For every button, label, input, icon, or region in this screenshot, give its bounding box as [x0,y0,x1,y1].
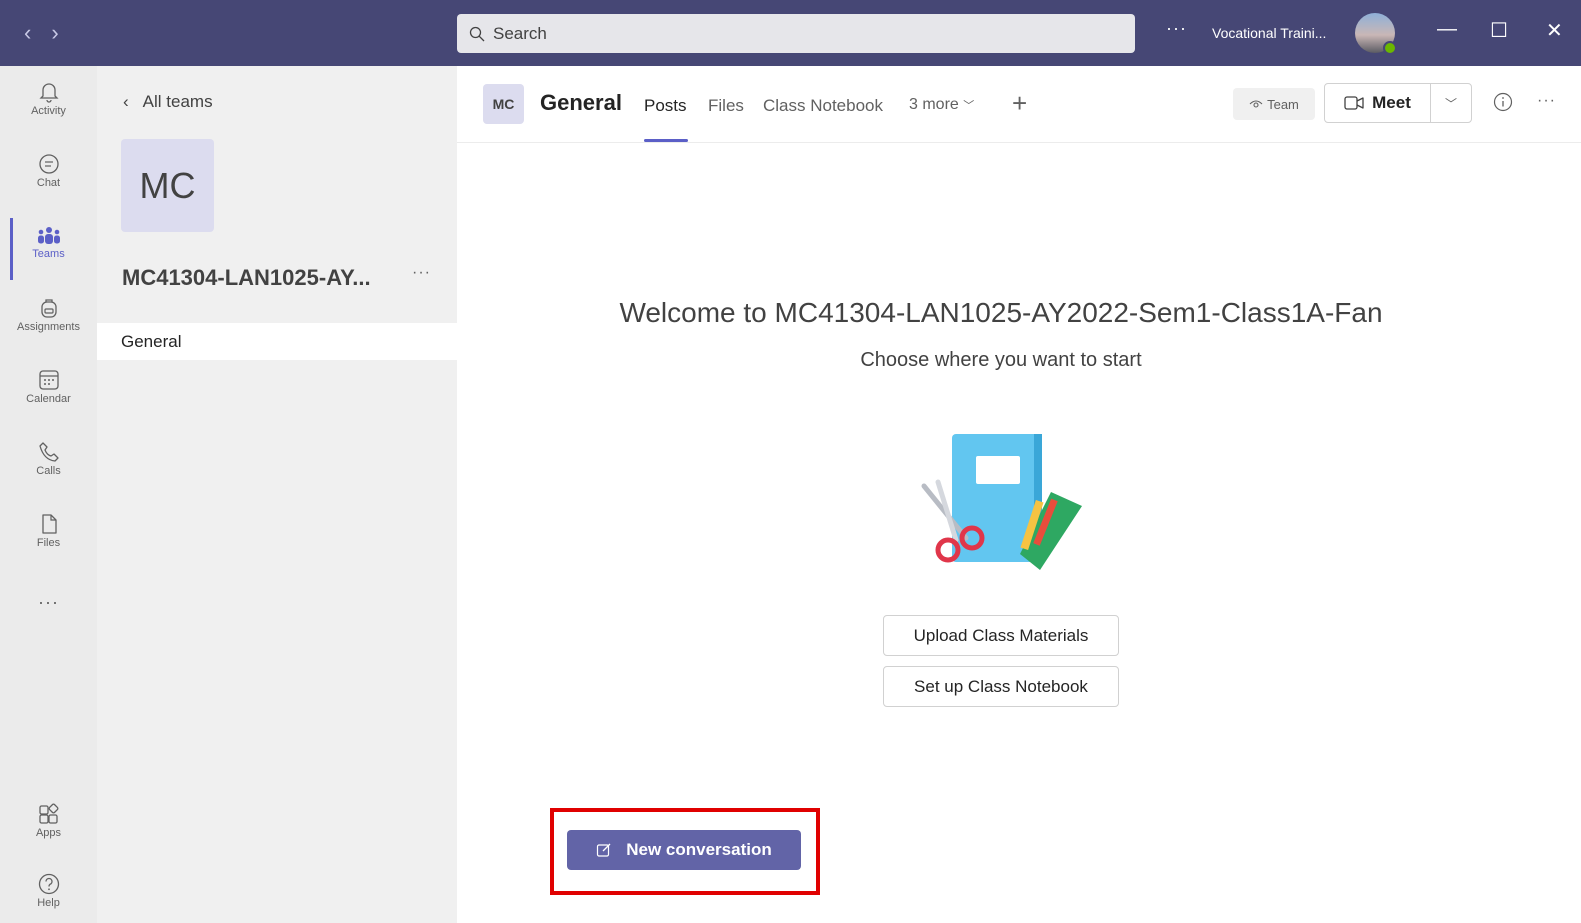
teams-icon [37,227,60,244]
bell-icon [38,83,59,103]
rail-label: Files [36,537,61,549]
tab-more[interactable]: 3 more ﹀ [909,96,974,114]
channel-more-button[interactable]: ··· [1537,92,1556,110]
meet-label: Meet [1372,93,1411,112]
tab-posts[interactable]: Posts [644,96,687,116]
rail-label: Activity [31,105,66,117]
back-arrow-icon[interactable]: ‹ [24,20,31,46]
chat-icon [38,154,59,174]
app-rail: Activity Chat Teams Assignments Calendar… [0,66,97,923]
more-apps-button[interactable]: ··· [0,592,97,613]
phone-icon [38,442,59,462]
team-button[interactable]: Team [1233,88,1315,120]
rail-item-assignments[interactable]: Assignments [0,282,97,348]
forward-arrow-icon[interactable]: › [51,20,58,46]
tab-more-label: 3 more [909,96,959,113]
all-teams-label: All teams [142,92,213,111]
help-icon [38,873,59,895]
all-teams-link[interactable]: ‹ All teams [123,92,213,112]
team-button-label: Team [1267,96,1299,112]
presence-available-icon [1383,41,1397,55]
rail-item-activity[interactable]: Activity [0,66,97,132]
file-icon [41,514,57,534]
rail-label: Apps [35,827,62,839]
search-box[interactable] [457,14,1135,53]
avatar[interactable] [1355,13,1397,55]
team-name: MC41304-LAN1025-AY... [122,265,371,290]
backpack-icon [40,299,57,318]
maximize-button[interactable]: ☐ [1490,18,1508,43]
settings-more-button[interactable]: ··· [1166,18,1187,39]
tab-files[interactable]: Files [708,96,744,116]
welcome-heading: Welcome to MC41304-LAN1025-AY2022-Sem1-C… [619,297,1383,328]
apps-icon [38,803,58,824]
team-more-button[interactable]: ··· [412,264,431,282]
search-input[interactable] [493,23,1093,44]
close-button[interactable]: ✕ [1546,18,1563,43]
team-avatar: MC [121,139,214,232]
new-conversation-button[interactable]: New conversation [567,830,801,870]
active-tab-indicator [644,139,688,142]
chevron-down-icon: ﹀ [963,100,975,112]
rail-item-calendar[interactable]: Calendar [0,354,97,420]
channel-content: MC General Posts Files Class Notebook 3 … [457,66,1581,923]
search-icon [469,26,485,41]
calendar-icon [38,370,59,390]
rail-item-teams[interactable]: Teams [0,210,97,280]
rail-item-help[interactable]: Help [0,858,97,923]
team-pane: ‹ All teams MC MC41304-LAN1025-AY... ···… [97,66,457,923]
title-bar: ‹ › ··· Vocational Traini... — ☐ ✕ [0,0,1581,66]
chevron-left-icon: ‹ [123,92,129,111]
upload-class-materials-button[interactable]: Upload Class Materials [883,615,1119,656]
new-conversation-label: New conversation [626,840,772,859]
tenant-name[interactable]: Vocational Traini... [1212,25,1326,41]
video-camera-icon [1344,96,1364,110]
rail-item-chat[interactable]: Chat [0,138,97,204]
info-icon[interactable] [1493,92,1513,112]
rail-item-calls[interactable]: Calls [0,426,97,492]
channel-item-general[interactable]: General [97,323,457,360]
meet-dropdown-button[interactable]: ﹀ [1431,84,1471,122]
channel-badge: MC [483,84,524,124]
welcome-subtitle: Choose where you want to start [860,349,1142,371]
set-up-class-notebook-button[interactable]: Set up Class Notebook [883,666,1119,707]
add-tab-button[interactable]: + [1012,88,1027,119]
eye-icon [1249,100,1263,108]
rail-label: Teams [32,248,65,260]
rail-label: Assignments [17,321,80,333]
rail-label: Calendar [26,393,71,405]
compose-icon [597,843,611,857]
tab-class-notebook[interactable]: Class Notebook [763,96,883,116]
rail-item-files[interactable]: Files [0,498,97,564]
meet-button-group: Meet ﹀ [1324,83,1472,123]
channel-header: MC General Posts Files Class Notebook 3 … [457,66,1581,143]
chevron-down-icon: ﹀ [1444,96,1457,111]
rail-item-apps[interactable]: Apps [0,788,97,854]
rail-label: Calls [36,465,61,477]
history-nav: ‹ › [24,20,59,46]
notebook-scissors-illustration [921,434,1082,570]
rail-label: Chat [36,177,61,189]
rail-label: Help [37,897,60,909]
channel-title: General [540,90,622,115]
minimize-button[interactable]: — [1437,18,1457,41]
meet-button[interactable]: Meet [1325,84,1431,122]
